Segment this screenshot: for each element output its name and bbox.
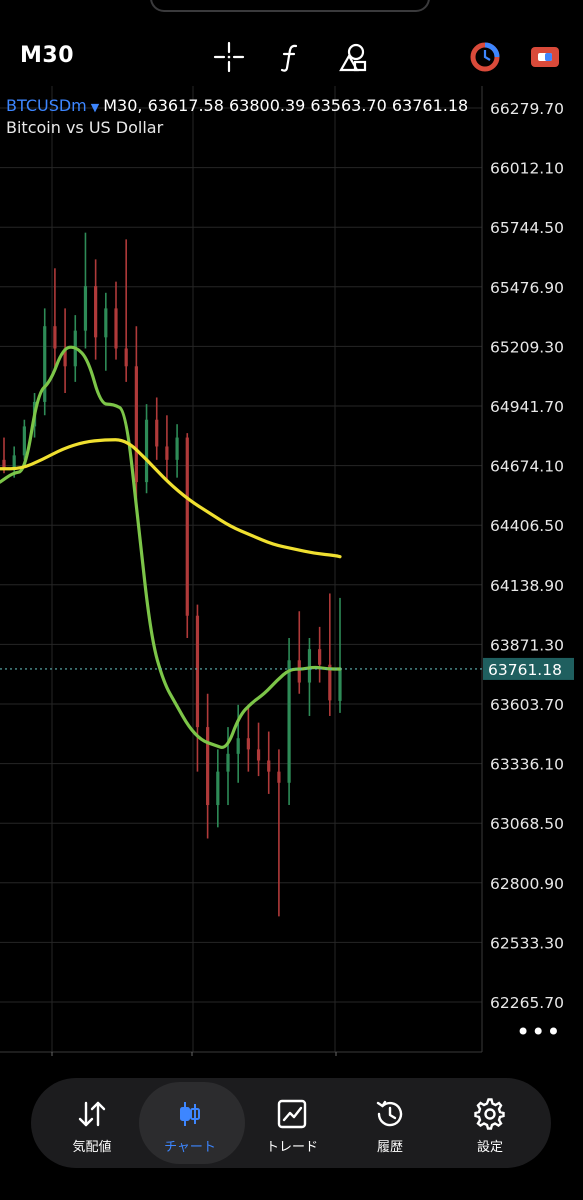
nav-label-quotes: 気配値: [72, 1140, 112, 1155]
price-tick-label: 64941.70: [490, 398, 564, 416]
candle-body: [94, 286, 98, 338]
chart-canvas[interactable]: 66279.70 66012.10 65744.50 65476.90 65209.30…: [0, 86, 583, 1056]
history-clock-icon: [376, 1100, 403, 1127]
price-tick-label: 62800.90: [490, 875, 564, 893]
candle-body: [83, 286, 88, 331]
candle-body: [114, 308, 118, 349]
candle-body: [144, 419, 149, 483]
candle-body: [267, 760, 271, 772]
symbol-dropdown-icon[interactable]: ▼: [91, 101, 99, 114]
one-click-trading-icon[interactable]: [468, 40, 502, 74]
nav-quotes[interactable]: 気配値: [39, 1078, 143, 1168]
candle-body: [53, 326, 57, 349]
quotes-arrows-icon: [78, 1101, 106, 1127]
candle-body: [338, 668, 342, 701]
price-tick-label: 63603.70: [490, 696, 564, 714]
price-tick-label: 66279.70: [490, 100, 564, 118]
nav-history[interactable]: 履歴: [337, 1078, 441, 1168]
trade-panel-icon[interactable]: [528, 40, 562, 74]
candle-body: [185, 437, 189, 616]
candle-body: [22, 426, 26, 456]
status-bar-notch: [150, 0, 430, 12]
more-options-icon[interactable]: •••: [516, 1018, 561, 1046]
price-tick-label: 64674.10: [490, 458, 564, 476]
price-tick-label: 66012.10: [490, 160, 564, 178]
candle-body: [134, 366, 138, 483]
ohlc-values: M30, 63617.58 63800.39 63563.70 63761.18: [103, 96, 469, 115]
candle-body: [216, 771, 220, 806]
candle-body: [277, 771, 281, 783]
price-tick-label: 62265.70: [490, 994, 564, 1012]
price-tick-label: 63336.10: [490, 756, 564, 774]
price-tick-label: 65209.30: [490, 338, 564, 356]
nav-settings[interactable]: 設定: [437, 1078, 541, 1168]
price-tick-label: 64138.90: [490, 577, 564, 595]
slow-moving-average-line: [0, 438, 342, 559]
current-price-label: 63761.18: [488, 661, 562, 679]
candle-body: [43, 326, 47, 402]
chart-toolbar: M30: [0, 30, 583, 86]
candle-body: [236, 738, 240, 754]
price-tick-label: 64406.50: [490, 517, 564, 535]
objects-icon[interactable]: [336, 40, 370, 74]
price-tick-label: 62533.30: [490, 934, 564, 952]
nav-trade[interactable]: トレード: [239, 1078, 343, 1168]
crosshair-icon[interactable]: [212, 40, 246, 74]
price-tick-label: 65744.50: [490, 219, 564, 237]
candle-body: [226, 753, 230, 772]
candle-body: [195, 615, 200, 728]
nav-chart[interactable]: チャート: [137, 1078, 245, 1168]
price-tick-label: 63068.50: [490, 815, 564, 833]
function-icon[interactable]: [274, 40, 308, 74]
current-price-tag: 63761.18: [0, 657, 574, 680]
price-chart[interactable]: 66279.70 66012.10 65744.50 65476.90 65209.30…: [0, 86, 583, 1056]
price-tick-label: 63871.30: [490, 636, 564, 654]
nav-label-settings: 設定: [476, 1140, 503, 1155]
candle-body: [104, 308, 108, 338]
candle-body: [124, 348, 128, 367]
nav-label-chart: チャート: [164, 1140, 216, 1155]
candle-body: [318, 649, 322, 665]
settings-gear-icon: [474, 1098, 505, 1130]
candle-body: [287, 660, 291, 783]
symbol-header[interactable]: BTCUSDm ▼ M30, 63617.58 63800.39 63563.70 …: [6, 96, 468, 115]
candle-body: [155, 419, 159, 447]
time-axis: 27 Jul 02:0028 Jul 02:0029 Jul 02:00: [51, 1052, 337, 1056]
candle-body: [297, 660, 301, 683]
nav-label-trade: トレード: [265, 1140, 318, 1155]
price-axis: 66279.70 66012.10 65744.50 65476.90 65209.30…: [490, 100, 564, 1012]
candles: [2, 232, 342, 917]
candle-body: [246, 738, 250, 750]
candle-body: [206, 727, 210, 806]
candle-body: [307, 649, 312, 683]
symbol-description: Bitcoin vs US Dollar: [6, 118, 164, 137]
timeframe-button[interactable]: M30: [20, 43, 74, 68]
nav-label-history: 履歴: [376, 1140, 403, 1155]
candle-body: [175, 437, 179, 460]
symbol-name[interactable]: BTCUSDm: [6, 96, 87, 115]
candle-body: [12, 455, 16, 469]
chart-grid: [0, 86, 483, 1053]
price-tick-label: 65476.90: [490, 279, 564, 297]
candle-body: [165, 446, 169, 460]
candle-body: [256, 749, 261, 761]
candlestick-icon: [180, 1102, 200, 1126]
bottom-navigation: 気配値 チャート トレード 履歴 設定: [31, 1078, 551, 1168]
trend-chart-icon: [277, 1099, 307, 1129]
